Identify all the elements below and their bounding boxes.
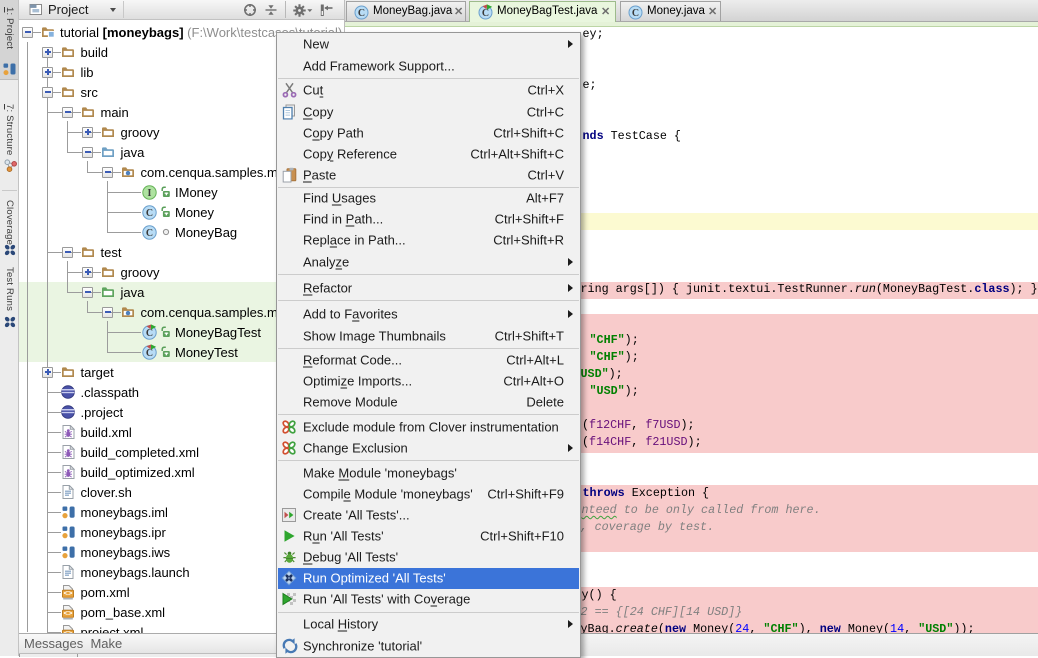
svg-text:C: C: [146, 228, 153, 239]
svg-text:C: C: [146, 328, 153, 339]
svg-text:<>: <>: [63, 590, 73, 598]
svg-text:I: I: [148, 188, 152, 199]
svg-text:<>: <>: [63, 610, 73, 618]
svg-text:C: C: [632, 8, 639, 19]
svg-text:C: C: [146, 348, 153, 359]
svg-text:C: C: [358, 8, 365, 19]
svg-text:C: C: [482, 8, 489, 19]
svg-text:C: C: [146, 208, 153, 219]
